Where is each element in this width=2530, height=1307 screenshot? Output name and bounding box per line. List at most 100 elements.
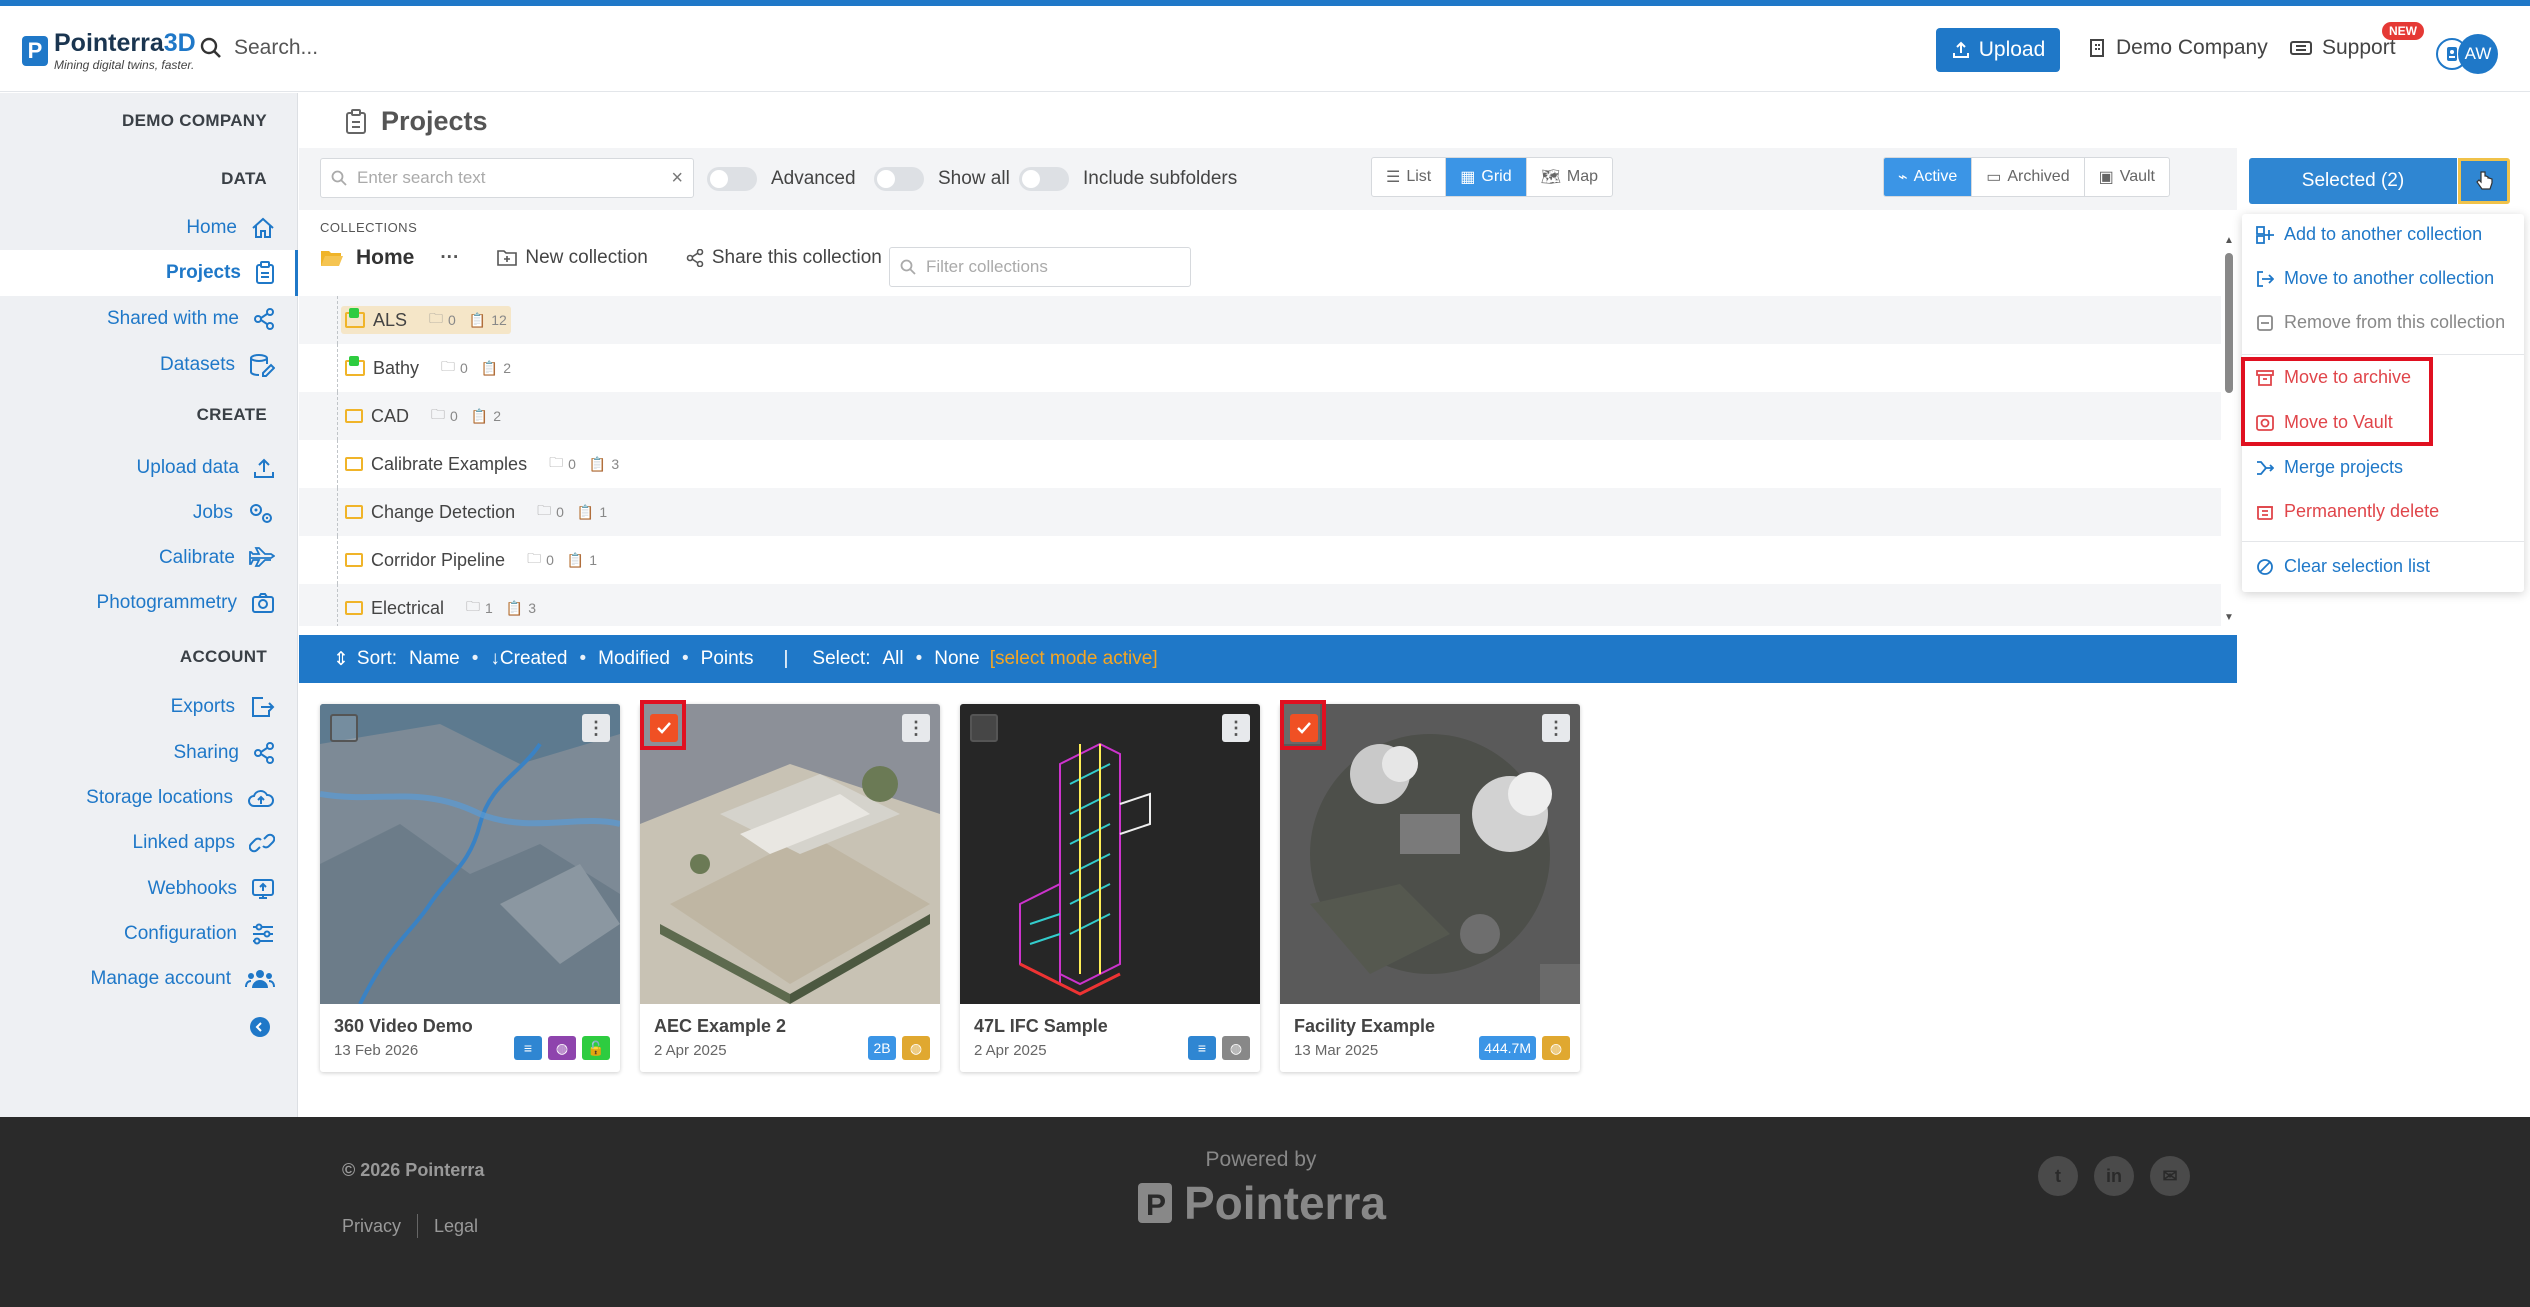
twitter-icon[interactable]: t <box>2038 1156 2078 1196</box>
company-switcher[interactable]: Demo Company <box>2088 36 2268 60</box>
collections-scrollbar[interactable]: ▲ ▼ <box>2222 235 2236 623</box>
sidebar-item-exports[interactable]: Exports <box>171 687 275 727</box>
view-grid-button[interactable]: ▦ Grid <box>1446 158 1527 196</box>
filter-collections-input[interactable]: Filter collections <box>889 247 1191 287</box>
global-search[interactable]: Search... <box>200 36 318 60</box>
sidebar-item-configuration[interactable]: Configuration <box>124 914 275 954</box>
sidebar-item-manage-account[interactable]: Manage account <box>91 959 276 999</box>
project-select-checkbox[interactable] <box>330 714 358 742</box>
pointerra-logo[interactable]: P Pointerra3D Mining digital twins, fast… <box>22 30 196 72</box>
project-card[interactable]: ⋮ Facility Example 13 Mar 2025 444.7M ◍ <box>1280 704 1580 1072</box>
user-avatar[interactable]: AW <box>2458 34 2498 74</box>
support-link[interactable]: Support <box>2290 36 2396 60</box>
collection-counts: 🗀 0 📋 12 <box>429 308 507 332</box>
move-to-collection-item[interactable]: Move to another collection <box>2256 268 2494 289</box>
share-collection-button[interactable]: Share this collection <box>686 247 882 269</box>
sidebar-item-projects[interactable]: Projects <box>166 253 275 293</box>
upload-button[interactable]: Upload <box>1936 28 2060 72</box>
archive-vault-highlight-box <box>2241 357 2433 446</box>
email-icon[interactable]: ✉ <box>2150 1156 2190 1196</box>
sidebar-collapse-button[interactable] <box>250 1017 270 1037</box>
new-collection-button[interactable]: New collection <box>497 247 648 269</box>
global-search-placeholder: Search... <box>234 36 319 59</box>
show-all-switch[interactable] <box>874 167 924 191</box>
sidebar-item-linked-apps[interactable]: Linked apps <box>133 823 275 863</box>
view-map-button[interactable]: 🗺 Map <box>1527 158 1612 196</box>
sidebar-item-label: Home <box>186 217 237 238</box>
sidebar-item-storage-locations[interactable]: Storage locations <box>86 778 275 818</box>
project-select-checkbox[interactable] <box>970 714 998 742</box>
sidebar-item-datasets[interactable]: Datasets <box>160 345 275 385</box>
selected-projects-button[interactable]: Selected (2) <box>2249 158 2457 204</box>
filter-archived-button[interactable]: ▭ Archived <box>1972 158 2085 196</box>
sidebar-item-label: Configuration <box>123 923 237 944</box>
collection-row-als[interactable]: ALS 🗀 0 📋 12 <box>299 296 2221 344</box>
tree-guide <box>337 488 338 536</box>
checkbox-highlight-box <box>1280 700 1326 750</box>
sidebar-item-photogrammetry[interactable]: Photogrammetry <box>97 583 275 623</box>
clipboard-icon: 📋 <box>576 503 595 520</box>
sidebar-item-home[interactable]: Home <box>186 208 275 248</box>
remove-from-collection-item[interactable]: Remove from this collection <box>2256 312 2505 333</box>
sidebar-item-upload-data[interactable]: Upload data <box>137 448 275 488</box>
collection-row-bathy[interactable]: Bathy 🗀 0 📋 2 <box>299 344 2221 392</box>
collection-row-calibrate-examples[interactable]: Calibrate Examples 🗀 0 📋 3 <box>299 440 2221 488</box>
select-all[interactable]: All <box>882 648 903 670</box>
collection-row-change-detection[interactable]: Change Detection 🗀 0 📋 1 <box>299 488 2221 536</box>
project-search-input[interactable]: Enter search text × <box>320 158 694 198</box>
collection-home[interactable]: Home <box>356 246 414 270</box>
project-menu-icon[interactable]: ⋮ <box>902 714 930 742</box>
include-subfolders-toggle[interactable]: Include subfolders <box>1019 167 1237 191</box>
advanced-toggle[interactable]: Advanced <box>707 167 856 191</box>
project-card[interactable]: ⋮ 47L IFC Sample 2 Apr 2025 ≡ ◍ <box>960 704 1260 1072</box>
project-card[interactable]: ⋮ AEC Example 2 2 Apr 2025 2B ◍ <box>640 704 940 1072</box>
sort-points[interactable]: Points <box>701 648 754 670</box>
sidebar-item-label: Manage account <box>90 968 232 989</box>
collection-name: Bathy 🗀 0 📋 2 <box>345 356 511 380</box>
sidebar-item-shared-with-me[interactable]: Shared with me <box>107 299 275 339</box>
collection-row-cad[interactable]: CAD 🗀 0 📋 2 <box>299 392 2221 440</box>
scroll-down-icon[interactable]: ▼ <box>2224 612 2234 623</box>
logo-tagline: Mining digital twins, faster. <box>54 58 195 72</box>
sidebar-item-calibrate[interactable]: Calibrate <box>159 538 275 578</box>
show-all-toggle[interactable]: Show all <box>874 167 1010 191</box>
sort-created[interactable]: Created <box>500 648 568 670</box>
view-list-button[interactable]: ☰ List <box>1372 158 1447 196</box>
selection-actions-toggle[interactable] <box>2458 158 2510 204</box>
delete-icon <box>2257 505 2273 520</box>
advanced-switch[interactable] <box>707 167 757 191</box>
list-icon: ☰ <box>1386 169 1401 186</box>
scroll-up-icon[interactable]: ▲ <box>2224 235 2234 246</box>
sort-name[interactable]: Name <box>409 648 460 670</box>
project-menu-icon[interactable]: ⋮ <box>1222 714 1250 742</box>
clear-selection-item[interactable]: Clear selection list <box>2256 556 2430 577</box>
project-menu-icon[interactable]: ⋮ <box>582 714 610 742</box>
sidebar-item-sharing[interactable]: Sharing <box>174 733 276 773</box>
advanced-label: Advanced <box>771 168 856 189</box>
bullet: • <box>579 648 587 669</box>
collection-row-corridor-pipeline[interactable]: Corridor Pipeline 🗀 0 📋 1 <box>299 536 2221 584</box>
merge-projects-item[interactable]: Merge projects <box>2256 457 2403 478</box>
collection-counts: 🗀 0 📋 3 <box>549 452 619 476</box>
privacy-link[interactable]: Privacy <box>342 1216 401 1237</box>
scrollbar-thumb[interactable] <box>2225 253 2233 393</box>
linkedin-icon[interactable]: in <box>2094 1156 2134 1196</box>
collection-row-electrical[interactable]: Electrical 🗀 1 📋 3 <box>299 584 2221 626</box>
collection-more-icon[interactable]: ··· <box>440 247 459 269</box>
legal-link[interactable]: Legal <box>434 1216 478 1237</box>
include-subfolders-switch[interactable] <box>1019 167 1069 191</box>
project-menu-icon[interactable]: ⋮ <box>1542 714 1570 742</box>
sidebar-item-jobs[interactable]: Jobs <box>193 493 275 533</box>
collection-name: Change Detection 🗀 0 📋 1 <box>345 500 607 524</box>
filter-vault-button[interactable]: ▣ Vault <box>2085 158 2169 196</box>
select-none[interactable]: None <box>934 648 979 670</box>
project-card[interactable]: ⋮ 360 Video Demo 13 Feb 2026 ≡ ◍ 🔓 <box>320 704 620 1072</box>
sort-modified[interactable]: Modified <box>598 648 670 670</box>
clear-search-icon[interactable]: × <box>671 167 683 190</box>
sidebar-item-webhooks[interactable]: Webhooks <box>148 869 275 909</box>
status-filter-switcher: ⌁ Active ▭ Archived ▣ Vault <box>1883 157 2170 197</box>
filter-active-button[interactable]: ⌁ Active <box>1884 158 1973 196</box>
collection-counts: 🗀 0 📋 2 <box>441 356 511 380</box>
permanently-delete-item[interactable]: Permanently delete <box>2256 501 2439 522</box>
add-to-collection-item[interactable]: Add to another collection <box>2256 224 2482 245</box>
